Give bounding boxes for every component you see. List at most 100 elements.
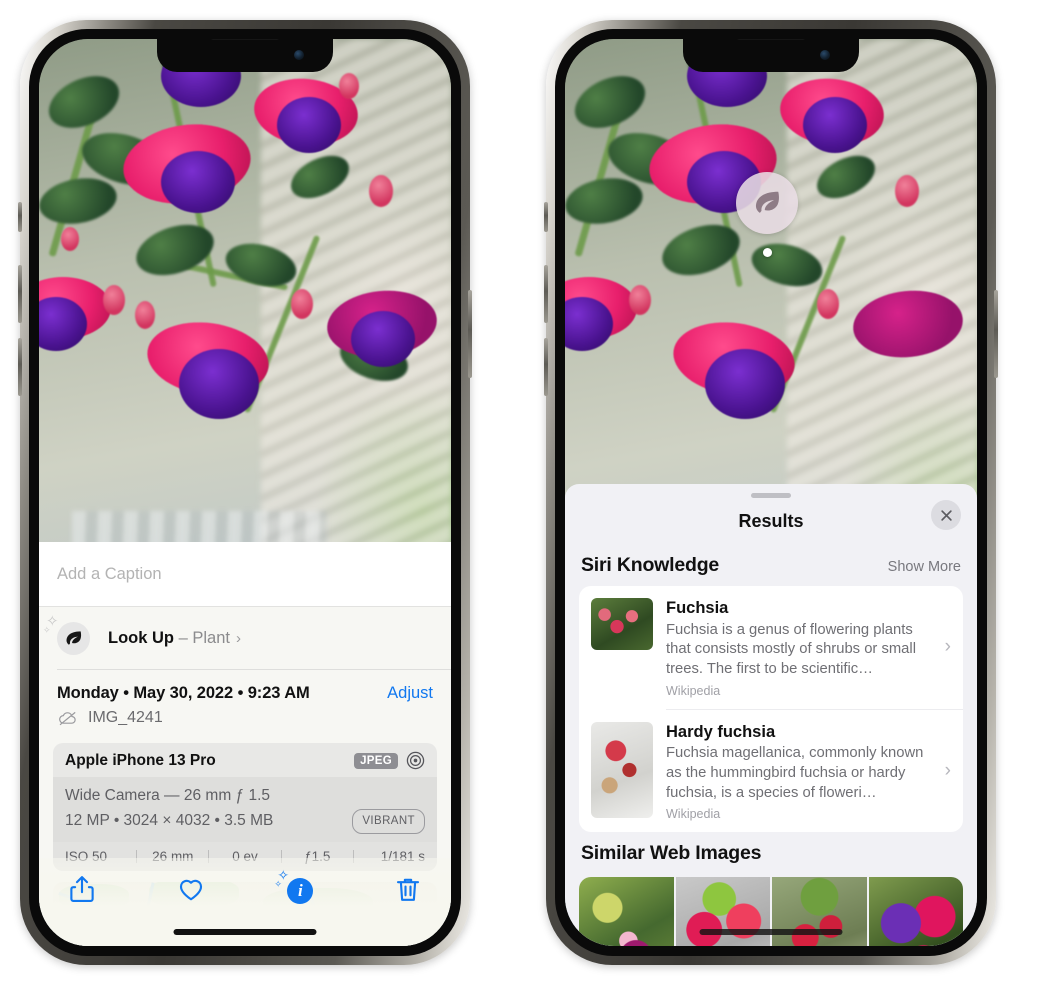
photo-bud — [369, 175, 393, 207]
close-icon — [940, 509, 952, 521]
photo-bud — [103, 285, 125, 315]
right-phone-bezel: Results Siri Knowledge Show More Fuchsia… — [555, 29, 987, 956]
right-phone-device: Results Siri Knowledge Show More Fuchsia… — [544, 20, 998, 965]
photo-style-badge: VIBRANT — [352, 809, 425, 834]
share-icon[interactable] — [67, 874, 97, 904]
siri-knowledge-header: Siri Knowledge Show More — [565, 544, 977, 586]
results-title: Results — [738, 510, 804, 531]
left-phone-screen: Add a Caption ✧ ✧ Look Up – Plant › Mond… — [39, 39, 451, 946]
results-header: Results — [565, 498, 977, 544]
right-phone-screen: Results Siri Knowledge Show More Fuchsia… — [565, 39, 977, 946]
look-up-dash: – — [178, 628, 188, 647]
leaf-icon — [736, 172, 798, 234]
chevron-right-icon: › — [944, 759, 951, 781]
camera-lens-line: Wide Camera — 26 mm ƒ 1.5 — [65, 787, 271, 805]
thumbnail-image — [591, 721, 653, 818]
show-more-button[interactable]: Show More — [888, 559, 961, 575]
knowledge-thumbnail — [591, 598, 653, 650]
photo-bud — [817, 289, 839, 319]
volume-down-button[interactable] — [544, 338, 548, 396]
sparkle-icon: ✧ — [274, 879, 282, 889]
earpiece-speaker — [210, 39, 280, 40]
siri-knowledge-card: Fuchsia Fuchsia is a genus of flowering … — [579, 586, 963, 833]
photo-bud — [629, 285, 651, 315]
siri-knowledge-title: Siri Knowledge — [581, 554, 720, 576]
knowledge-thumbnail — [591, 721, 653, 818]
heart-icon[interactable] — [176, 874, 206, 904]
photo-bud — [291, 289, 313, 319]
silent-switch[interactable] — [18, 202, 22, 232]
photo-bud — [61, 227, 79, 251]
aperture-icon — [406, 752, 425, 770]
photo-bud — [895, 175, 919, 207]
visual-lookup-badge[interactable] — [736, 172, 798, 257]
cloud-slash-icon — [59, 712, 76, 726]
caption-input[interactable]: Add a Caption — [39, 542, 451, 607]
similar-image-thumb[interactable] — [772, 877, 867, 946]
home-indicator[interactable] — [173, 929, 317, 935]
front-camera-icon — [294, 50, 304, 60]
dynamic-notch — [683, 39, 859, 72]
info-sparkle-icon[interactable]: ✧ ✧ i — [274, 867, 314, 904]
left-phone-bezel: Add a Caption ✧ ✧ Look Up – Plant › Mond… — [29, 29, 461, 956]
earpiece-speaker — [736, 39, 806, 40]
camera-info-card: Apple iPhone 13 Pro JPEG Wide Camera — 2… — [53, 743, 437, 871]
look-up-subject: Plant — [192, 628, 230, 647]
photo-date: Monday • May 30, 2022 • 9:23 AM — [57, 684, 310, 703]
similar-image-thumb[interactable] — [868, 877, 963, 946]
thumbnail-image — [579, 877, 674, 946]
home-indicator[interactable] — [699, 929, 843, 935]
look-up-title: Look Up — [108, 628, 174, 647]
photo-filename: IMG_4241 — [88, 709, 163, 727]
photo-flower — [705, 349, 785, 419]
left-phone-device: Add a Caption ✧ ✧ Look Up – Plant › Mond… — [18, 20, 472, 965]
similar-web-images-header: Similar Web Images — [565, 832, 977, 869]
knowledge-row[interactable]: Hardy fuchsia Fuchsia magellanica, commo… — [579, 710, 963, 833]
photo-bud — [135, 301, 155, 329]
power-button[interactable] — [994, 290, 998, 378]
similar-image-thumb[interactable] — [579, 877, 674, 946]
knowledge-source: Wikipedia — [666, 683, 721, 698]
photo-flower — [161, 151, 235, 213]
thumbnail-image — [675, 877, 770, 946]
photo-flower — [803, 97, 867, 153]
volume-down-button[interactable] — [18, 338, 22, 396]
volume-up-button[interactable] — [544, 265, 548, 323]
caption-placeholder: Add a Caption — [57, 564, 162, 583]
badge-anchor-dot — [762, 248, 772, 257]
dynamic-notch — [157, 39, 333, 72]
similar-web-images-strip — [579, 877, 963, 946]
photo-metadata: Monday • May 30, 2022 • 9:23 AM Adjust I… — [39, 670, 451, 737]
thumbnail-image — [868, 877, 963, 946]
chevron-right-icon: › — [944, 636, 951, 658]
screenshot-stage: Add a Caption ✧ ✧ Look Up – Plant › Mond… — [0, 0, 1055, 985]
similar-web-images-title: Similar Web Images — [581, 842, 762, 865]
front-camera-icon — [820, 50, 830, 60]
knowledge-row[interactable]: Fuchsia Fuchsia is a genus of flowering … — [579, 586, 963, 709]
photo-flower — [277, 97, 341, 153]
knowledge-source: Wikipedia — [666, 807, 721, 822]
leaf-icon: ✧ ✧ — [43, 613, 90, 655]
power-button[interactable] — [468, 290, 472, 378]
info-badge: i — [287, 878, 314, 904]
look-up-label: Look Up – Plant — [108, 629, 230, 648]
close-button[interactable] — [931, 500, 961, 530]
camera-specs-line: 12 MP • 3024 × 4032 • 3.5 MB — [65, 812, 274, 830]
photo-bud — [339, 73, 359, 99]
thumbnail-image — [591, 598, 653, 650]
knowledge-description: Fuchsia magellanica, commonly known as t… — [666, 745, 924, 801]
results-sheet: Results Siri Knowledge Show More Fuchsia… — [565, 484, 977, 946]
camera-device-name: Apple iPhone 13 Pro — [65, 751, 216, 769]
trash-icon[interactable] — [393, 874, 423, 904]
volume-up-button[interactable] — [18, 265, 22, 323]
format-badge: JPEG — [354, 752, 398, 769]
sparkle-icon: ✧ — [43, 624, 51, 635]
photo-flower — [351, 311, 415, 367]
silent-switch[interactable] — [544, 202, 548, 232]
adjust-button[interactable]: Adjust — [387, 684, 433, 703]
thumbnail-image — [772, 877, 867, 946]
look-up-row[interactable]: ✧ ✧ Look Up – Plant › — [39, 607, 451, 669]
similar-image-thumb[interactable] — [675, 877, 770, 946]
knowledge-description: Fuchsia is a genus of flowering plants t… — [666, 621, 916, 677]
knowledge-title: Hardy fuchsia — [666, 722, 776, 741]
